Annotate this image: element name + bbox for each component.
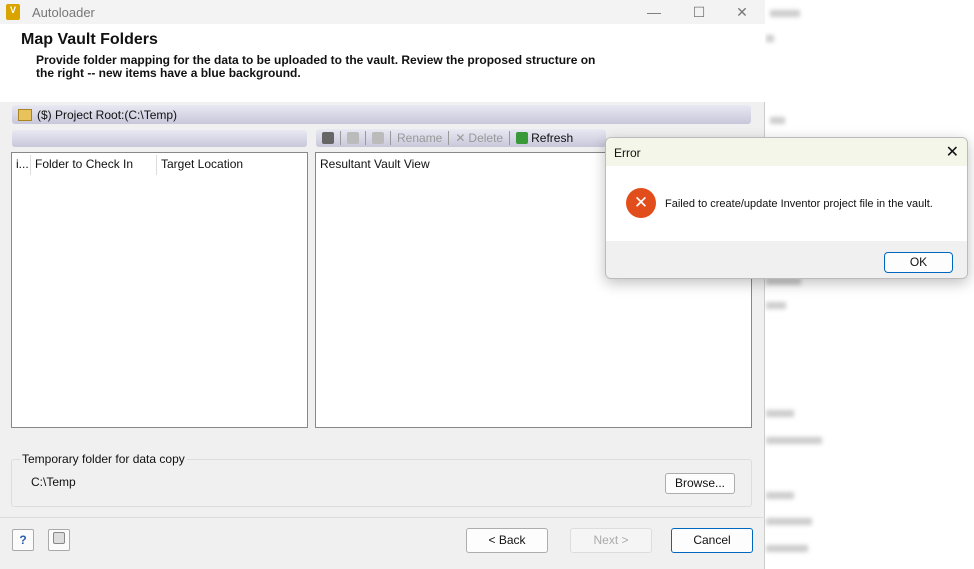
help-icon: ? <box>19 533 27 547</box>
rename-button[interactable]: Rename <box>395 131 444 145</box>
browse-button[interactable]: Browse... <box>665 473 735 494</box>
folder-icon <box>18 108 32 121</box>
project-root-bar[interactable]: ($) Project Root:(C:\Temp) <box>12 105 751 124</box>
window-title: Autoloader <box>32 4 95 20</box>
delete-button[interactable]: ✕ Delete <box>453 131 505 145</box>
vault-toolbar: Rename ✕ Delete Refresh <box>316 129 606 147</box>
close-button[interactable]: ✕ <box>722 2 762 22</box>
column-header-vault-view[interactable]: Resultant Vault View <box>320 157 430 171</box>
error-dialog-close-button[interactable]: ✕ <box>946 142 959 162</box>
project-root-label: ($) Project Root:(C:\Temp) <box>37 107 178 122</box>
delete-icon: ✕ <box>455 131 466 145</box>
error-icon: ✕ <box>626 188 656 218</box>
error-dialog-title: Error <box>606 138 967 166</box>
vault-icon-button[interactable] <box>320 132 336 144</box>
delete-label: Delete <box>468 131 504 145</box>
new-folder-button[interactable] <box>345 132 361 144</box>
cancel-button[interactable]: Cancel <box>671 528 753 553</box>
minimize-button[interactable]: — <box>634 2 674 22</box>
new-folder-icon <box>347 132 359 144</box>
refresh-icon <box>516 132 529 144</box>
column-header-folder[interactable]: Folder to Check In <box>35 157 133 171</box>
help-button[interactable]: ? <box>12 529 34 551</box>
maximize-button[interactable]: ☐ <box>679 2 719 22</box>
temp-folder-group <box>11 459 752 507</box>
column-header-icon[interactable]: i... <box>16 157 29 171</box>
error-message: Failed to create/update Inventor project… <box>665 198 933 210</box>
vault-icon <box>322 132 334 144</box>
autoloader-window: V Autoloader — ☐ ✕ Map Vault Folders Pro… <box>0 0 765 569</box>
ok-button[interactable]: OK <box>884 252 953 273</box>
page-title: Map Vault Folders <box>21 31 158 48</box>
next-button[interactable]: Next > <box>570 528 652 553</box>
refresh-label: Refresh <box>531 131 574 145</box>
log-button[interactable] <box>48 529 70 551</box>
new-subfolder-icon <box>372 132 384 144</box>
left-toolbar <box>12 130 307 147</box>
title-bar: V Autoloader — ☐ ✕ <box>0 0 765 24</box>
refresh-button[interactable]: Refresh <box>514 131 575 145</box>
column-header-target[interactable]: Target Location <box>161 157 243 171</box>
back-button[interactable]: < Back <box>466 528 548 553</box>
page-description: Provide folder mapping for the data to b… <box>36 53 596 80</box>
wizard-header: Map Vault Folders Provide folder mapping… <box>0 24 765 102</box>
error-dialog: Error ✕ ✕ Failed to create/update Invent… <box>605 137 968 279</box>
folder-mapping-list[interactable]: i... Folder to Check In Target Location <box>11 152 308 428</box>
vault-app-icon: V <box>6 4 20 20</box>
new-subfolder-button[interactable] <box>370 132 386 144</box>
temp-folder-label: Temporary folder for data copy <box>20 452 187 466</box>
temp-folder-path: C:\Temp <box>31 475 76 489</box>
clipboard-icon <box>53 532 65 544</box>
